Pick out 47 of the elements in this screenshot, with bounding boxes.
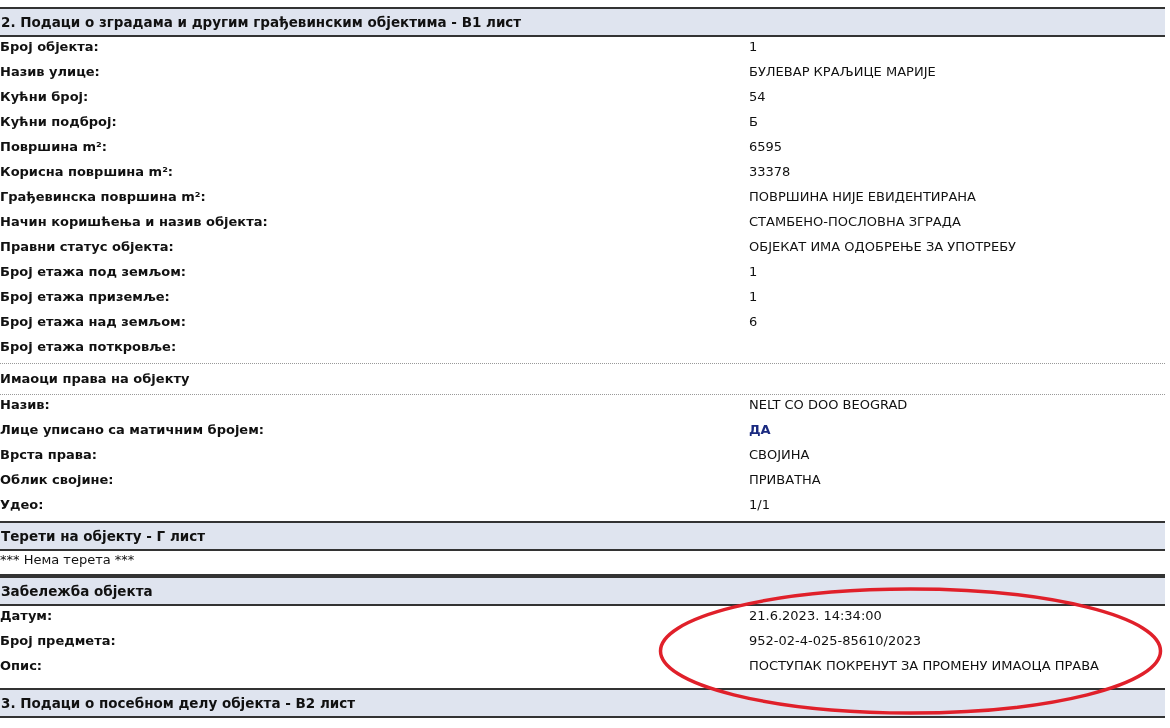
field-label: Начин коришћења и назив објекта: [0,213,268,231]
field-label: Број етажа приземље: [0,288,170,306]
field-value: 952-02-4-025-85610/2023 [749,632,922,650]
field-label: Датум: [0,607,53,625]
section-header: 3. Подаци о посебном делу објекта - В2 лист [0,688,1165,718]
section-header: 2. Подаци о зградама и другим грађевинским објектима - В1 лист [0,7,1165,37]
field-value: СВОЈИНА [749,446,810,464]
field-label: Назив: [0,396,50,414]
field-label: Број објекта: [0,38,99,56]
field-label: Број етажа под земљом: [0,263,187,281]
field-label: Лице уписано са матичним бројем: [0,421,264,439]
field-value: ОБЈЕКАТ ИМА ОДОБРЕЊЕ ЗА УПОТРЕБУ [749,238,1016,256]
field-value: ДА [749,421,771,439]
field-label: Облик својине: [0,471,114,489]
field-label: Број етажа поткровље: [0,338,177,356]
field-value: 54 [749,88,766,106]
field-label: Број етажа над земљом: [0,313,186,331]
field-value: 1/1 [749,496,770,514]
field-value: 6 [749,313,758,331]
field-value: БУЛЕВАР КРАЉИЦЕ МАРИЈЕ [749,63,936,81]
field-value: ПОВРШИНА НИЈЕ ЕВИДЕНТИРАНА [749,188,976,206]
section-header: Забележба објекта [0,576,1165,606]
note-text: *** Нема терета *** [0,552,135,567]
field-value: ПРИВАТНА [749,471,821,489]
field-value: 1 [749,263,758,281]
field-value: Б [749,113,758,131]
field-label: Удео: [0,496,44,514]
field-label: Грађевинска површина m²: [0,188,206,206]
field-value: ПОСТУПАК ПОКРЕНУТ ЗА ПРОМЕНУ ИМАОЦА ПРАВА [749,657,1099,675]
field-label: Врста права: [0,446,97,464]
field-value: 21.6.2023. 14:34:00 [749,607,882,625]
field-value: 33378 [749,163,791,181]
field-label: Кућни подброј: [0,113,117,131]
field-label: Правни статус објекта: [0,238,174,256]
field-label: Кућни број: [0,88,89,106]
field-value: 1 [749,38,758,56]
section-header: Терети на објекту - Г лист [0,521,1165,551]
field-value: 1 [749,288,758,306]
field-value: 6595 [749,138,783,156]
field-label: Опис: [0,657,43,675]
field-value: NELT CO DOO BEOGRAD [749,396,908,414]
field-label: Назив улице: [0,63,100,81]
field-label: Површина m²: [0,138,107,156]
field-label: Корисна површина m²: [0,163,174,181]
field-label: Број предмета: [0,632,116,650]
subheading: Имаоци права на објекту [0,371,190,386]
field-value: СТАМБЕНО-ПОСЛОВНА ЗГРАДА [749,213,961,231]
